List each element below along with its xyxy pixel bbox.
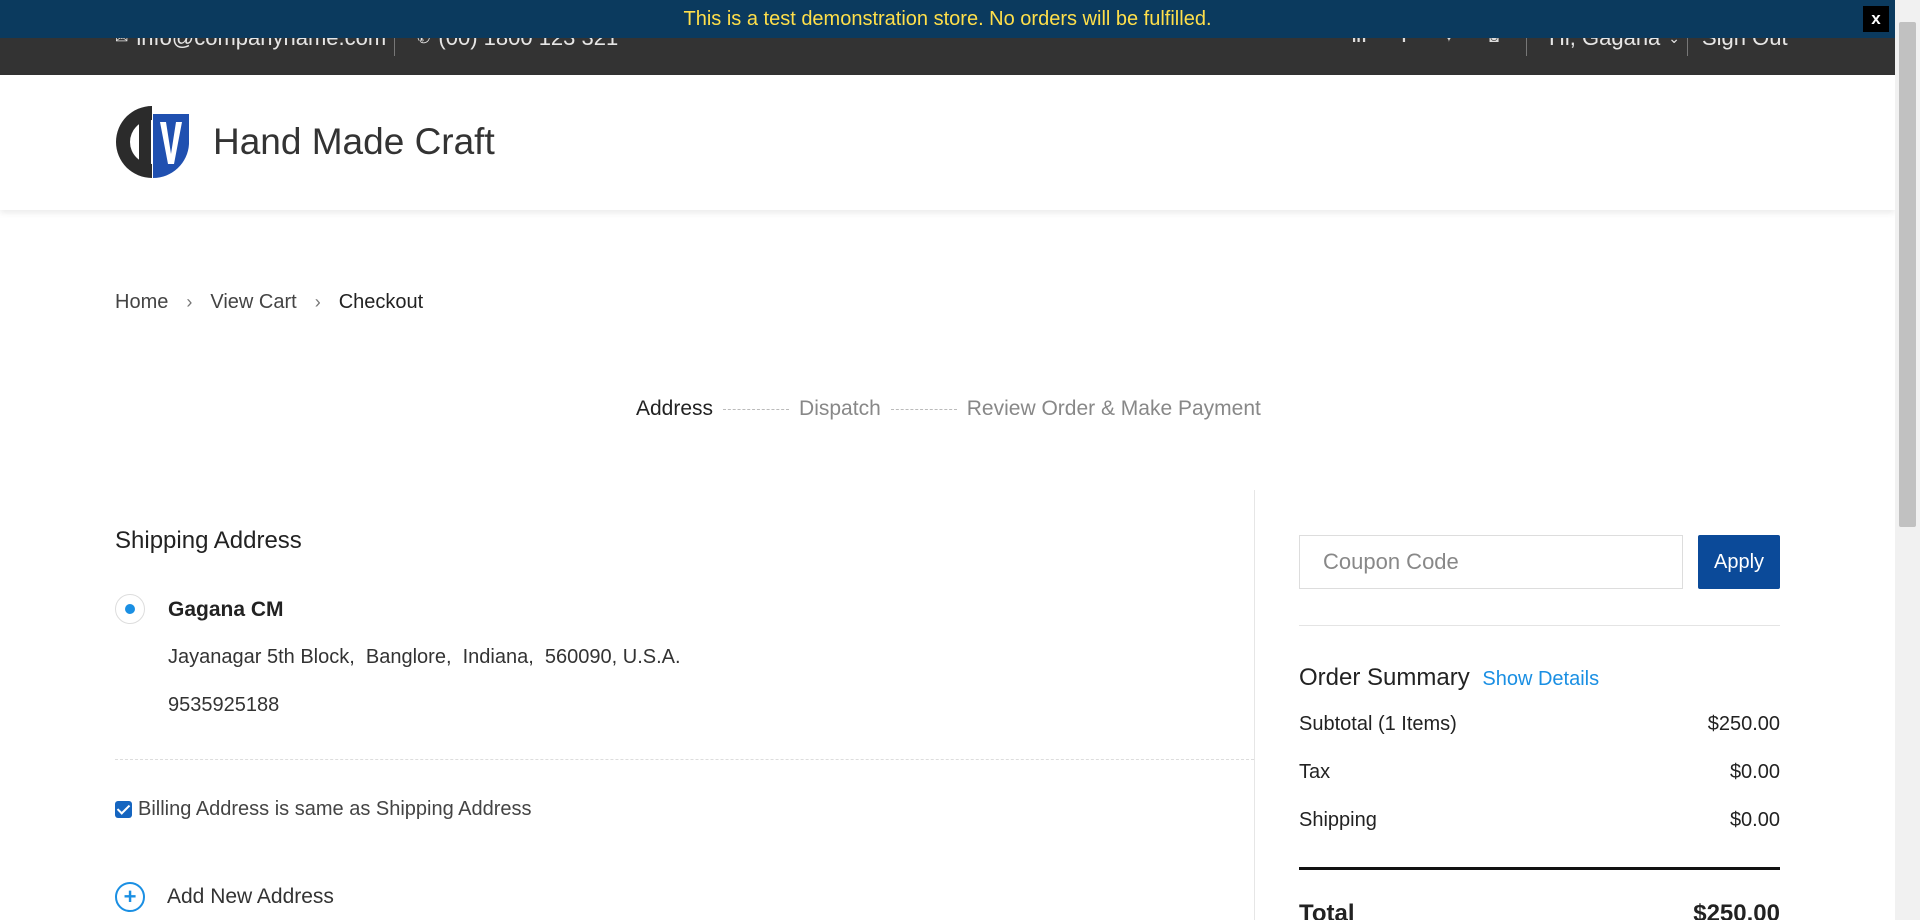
summary-value: $0.00 [1729,761,1780,783]
breadcrumb: Home › View Cart › Checkout [115,291,423,314]
order-summary-heading: Order Summary Show Details [1299,664,1599,692]
demo-store-banner: This is a test demonstration store. No o… [0,0,1895,38]
step-address[interactable]: Address [636,397,713,421]
step-review-payment[interactable]: Review Order & Make Payment [967,397,1261,421]
plus-circle-icon: + [115,882,145,912]
add-new-address-button[interactable]: + Add New Address [115,882,334,912]
summary-value: $250.00 [1707,713,1780,735]
order-summary-title: Order Summary [1299,664,1470,691]
breadcrumb-home[interactable]: Home [115,291,168,314]
step-connector [723,408,790,410]
add-new-address-label: Add New Address [167,885,334,908]
breadcrumb-checkout: Checkout [338,291,424,313]
coupon-code-input[interactable] [1299,535,1683,589]
site-header: Hand Made Craft [0,75,1895,210]
total-value: $250.00 [1693,900,1780,920]
brand-name[interactable]: Hand Made Craft [213,121,495,163]
address-radio[interactable] [115,594,145,624]
address-name: Gagana CM [168,598,284,621]
divider [1299,625,1780,626]
summary-row-subtotal: Subtotal (1 Items) $250.00 [1299,713,1780,736]
show-details-link[interactable]: Show Details [1482,668,1599,690]
step-dispatch[interactable]: Dispatch [799,397,881,421]
breadcrumb-view-cart[interactable]: View Cart [210,291,296,314]
summary-label: Shipping [1299,809,1377,831]
close-banner-button[interactable]: x [1863,6,1889,32]
brand-logo[interactable] [114,104,191,181]
page-scrollbar[interactable] [1895,0,1920,920]
billing-same-option[interactable]: Billing Address is same as Shipping Addr… [115,798,532,821]
summary-row-tax: Tax $0.00 [1299,761,1780,784]
scrollbar-thumb[interactable] [1899,22,1916,527]
chevron-right-icon: › [314,292,321,312]
summary-value: $0.00 [1729,809,1780,831]
total-label: Total [1299,900,1355,920]
total-divider [1299,867,1780,870]
billing-same-checkbox[interactable] [115,801,132,818]
chevron-right-icon: › [186,292,193,312]
summary-label: Tax [1299,761,1331,783]
billing-same-label: Billing Address is same as Shipping Addr… [138,798,532,820]
summary-row-shipping: Shipping $0.00 [1299,809,1780,832]
apply-coupon-button[interactable]: Apply [1698,535,1780,589]
summary-label: Subtotal (1 Items) [1299,713,1457,735]
divider [115,759,1254,760]
step-connector [890,408,957,410]
banner-text: This is a test demonstration store. No o… [683,8,1212,30]
shipping-address-title: Shipping Address [115,527,302,554]
address-line: Jayanagar 5th Block, Banglore, Indiana, … [168,646,681,668]
summary-row-total: Total $250.00 [1299,900,1780,920]
checkout-steps: Address Dispatch Review Order & Make Pay… [636,397,1261,421]
address-phone: 9535925188 [168,694,280,716]
column-divider [1254,490,1255,920]
